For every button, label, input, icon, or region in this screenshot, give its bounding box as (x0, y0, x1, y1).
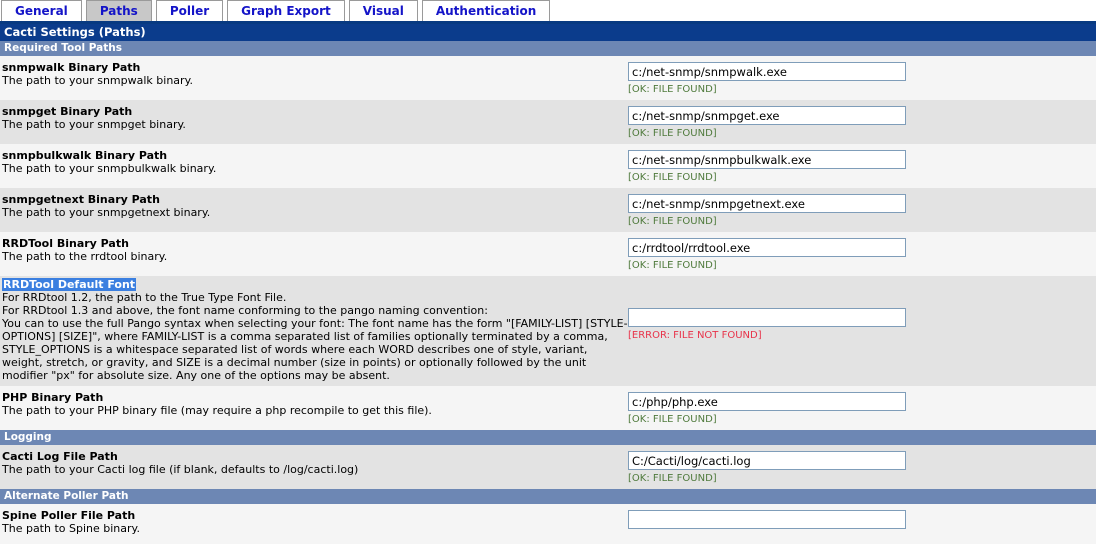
field-description: The path to Spine binary. (2, 522, 628, 535)
path-input[interactable] (628, 308, 906, 327)
settings-row: snmpbulkwalk Binary Path The path to your… (0, 144, 1096, 188)
settings-row-input-cell: [OK: FILE FOUND] (628, 61, 1096, 96)
settings-row-label-cell: PHP Binary Path The path to your PHP bina… (0, 391, 628, 417)
field-description: The path to your snmpgetnext binary. (2, 206, 628, 219)
tab-authentication[interactable]: Authentication (421, 0, 551, 21)
section-header: Alternate Poller Path (0, 489, 1096, 504)
settings-row-input-cell: [OK: FILE FOUND] (628, 105, 1096, 140)
path-input[interactable] (628, 106, 906, 125)
field-description: The path to your PHP binary file (may re… (2, 404, 628, 417)
file-status-text: [OK: FILE FOUND] (628, 216, 717, 227)
field-label: snmpwalk Binary Path (2, 61, 141, 74)
field-description-line: The path to the rrdtool binary. (2, 250, 168, 263)
field-description-line: You can to use the full Pango syntax whe… (2, 317, 628, 382)
field-description: The path to your snmpget binary. (2, 118, 628, 131)
field-description-line: The path to your snmpwalk binary. (2, 74, 194, 87)
path-input[interactable] (628, 238, 906, 257)
path-input[interactable] (628, 451, 906, 470)
settings-row: RRDTool Binary Path The path to the rrdto… (0, 232, 1096, 276)
settings-row: RRDTool Default Font For RRDtool 1.2, the… (0, 276, 1096, 386)
field-description-line: The path to your Cacti log file (if blan… (2, 463, 359, 476)
settings-row: PHP Binary Path The path to your PHP bina… (0, 386, 1096, 430)
settings-body: Required Tool Paths snmpwalk Binary Path T… (0, 41, 1096, 544)
page-title: Cacti Settings (Paths) (0, 24, 1096, 41)
field-description-line: For RRDtool 1.3 and above, the font name… (2, 304, 488, 317)
field-description-line: The path to your snmpbulkwalk binary. (2, 162, 217, 175)
settings-row-input-cell: [OK: FILE FOUND] (628, 391, 1096, 426)
field-description-line: The path to your PHP binary file (may re… (2, 404, 432, 417)
field-label: snmpbulkwalk Binary Path (2, 149, 168, 162)
field-description-line: The path to your snmpget binary. (2, 118, 186, 131)
field-description: The path to your Cacti log file (if blan… (2, 463, 628, 476)
file-status-text: [OK: FILE FOUND] (628, 414, 717, 425)
field-label: snmpget Binary Path (2, 105, 133, 118)
field-label: RRDTool Binary Path (2, 237, 129, 250)
settings-row-input-cell: [ERROR: FILE NOT FOUND] (628, 278, 1096, 342)
field-description-line: For RRDtool 1.2, the path to the True Ty… (2, 291, 287, 304)
settings-row-label-cell: snmpbulkwalk Binary Path The path to your… (0, 149, 628, 175)
settings-row-label-cell: snmpgetnext Binary Path The path to your … (0, 193, 628, 219)
field-description: The path to the rrdtool binary. (2, 250, 628, 263)
tab-visual[interactable]: Visual (348, 0, 418, 21)
settings-row: snmpgetnext Binary Path The path to your … (0, 188, 1096, 232)
path-input[interactable] (628, 194, 906, 213)
tab-paths[interactable]: Paths (85, 0, 152, 21)
field-label: Spine Poller File Path (2, 509, 136, 522)
field-description: For RRDtool 1.2, the path to the True Ty… (2, 291, 628, 382)
settings-row-label-cell: snmpget Binary Path The path to your snmp… (0, 105, 628, 131)
path-input[interactable] (628, 62, 906, 81)
file-status-text: [OK: FILE FOUND] (628, 473, 717, 484)
tab-graph-export[interactable]: Graph Export (227, 0, 345, 21)
settings-tab-bar: General Paths Poller Graph Export Visual Auth… (0, 0, 1096, 24)
settings-row-input-cell: [OK: FILE FOUND] (628, 450, 1096, 485)
file-status-text: [OK: FILE FOUND] (628, 172, 717, 183)
file-status-text: [OK: FILE FOUND] (628, 84, 717, 95)
settings-row: snmpget Binary Path The path to your snmp… (0, 100, 1096, 144)
settings-row: Cacti Log File Path The path to your Cact… (0, 445, 1096, 489)
settings-row-label-cell: Spine Poller File Path The path to Spine … (0, 509, 628, 535)
settings-row-label-cell: RRDTool Binary Path The path to the rrdto… (0, 237, 628, 263)
file-status-text: [OK: FILE FOUND] (628, 128, 717, 139)
settings-page: General Paths Poller Graph Export Visual Auth… (0, 0, 1096, 544)
settings-row-label-cell: Cacti Log File Path The path to your Cact… (0, 450, 628, 476)
tab-poller[interactable]: Poller (155, 0, 224, 21)
settings-row-input-cell: [OK: FILE FOUND] (628, 149, 1096, 184)
tab-general[interactable]: General (1, 0, 82, 21)
settings-row-input-cell: [OK: FILE FOUND] (628, 237, 1096, 272)
field-description: The path to your snmpbulkwalk binary. (2, 162, 628, 175)
settings-row-label-cell: snmpwalk Binary Path The path to your snm… (0, 61, 628, 87)
settings-row-label-cell: RRDTool Default Font For RRDtool 1.2, the… (0, 278, 628, 382)
field-label: Cacti Log File Path (2, 450, 118, 463)
field-description-line: The path to your snmpgetnext binary. (2, 206, 211, 219)
settings-row: snmpwalk Binary Path The path to your snm… (0, 56, 1096, 100)
settings-row-input-cell: [OK: FILE FOUND] (628, 193, 1096, 228)
field-description: The path to your snmpwalk binary. (2, 74, 628, 87)
path-input[interactable] (628, 150, 906, 169)
section-header: Required Tool Paths (0, 41, 1096, 56)
settings-row-input-cell (628, 509, 1096, 529)
file-status-text: [ERROR: FILE NOT FOUND] (628, 330, 762, 341)
field-label: PHP Binary Path (2, 391, 104, 404)
field-label: snmpgetnext Binary Path (2, 193, 160, 206)
file-status-text: [OK: FILE FOUND] (628, 260, 717, 271)
path-input[interactable] (628, 510, 906, 529)
path-input[interactable] (628, 392, 906, 411)
section-header: Logging (0, 430, 1096, 445)
settings-row: Spine Poller File Path The path to Spine … (0, 504, 1096, 544)
field-description-line: The path to Spine binary. (2, 522, 140, 535)
field-label: RRDTool Default Font (2, 278, 137, 291)
